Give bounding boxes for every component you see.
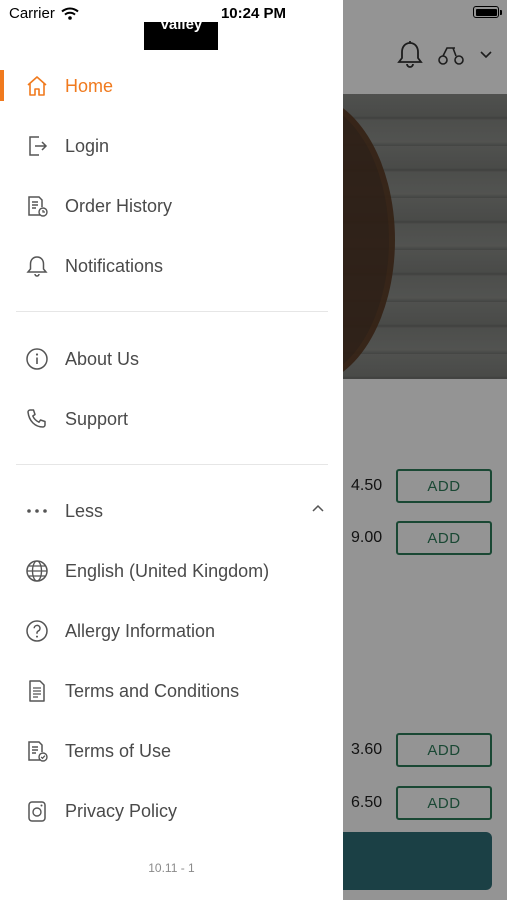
status-bar: Carrier 10:24 PM (0, 0, 507, 28)
status-time: 10:24 PM (220, 5, 287, 22)
bell-icon (25, 254, 49, 278)
menu-item-login[interactable]: Login (0, 122, 343, 170)
login-icon (25, 134, 49, 158)
menu-item-support[interactable]: Support (0, 395, 343, 443)
ellipsis-icon (25, 499, 49, 523)
menu-item-label: Terms and Conditions (65, 680, 240, 701)
menu-item-label: Home (65, 75, 114, 96)
menu-item-language[interactable]: English (United Kingdom) (0, 547, 343, 595)
menu-divider (16, 311, 328, 312)
document-check-icon (25, 739, 49, 763)
order-history-icon (25, 194, 49, 218)
menu-item-label: About Us (65, 348, 140, 369)
menu-item-label: English (United Kingdom) (65, 560, 270, 581)
side-drawer: Valley Home Login Order History Notifica… (0, 0, 343, 900)
question-icon (25, 619, 49, 643)
menu-item-terms-of-use[interactable]: Terms of Use (0, 727, 343, 775)
menu-item-less-toggle[interactable]: Less (0, 487, 343, 535)
menu-item-label: Privacy Policy (65, 800, 178, 821)
menu-item-home[interactable]: Home (0, 62, 343, 110)
menu-item-label: Notifications (65, 255, 164, 276)
menu-divider (16, 464, 328, 465)
privacy-icon (25, 799, 49, 823)
menu-item-label: Terms of Use (65, 740, 172, 761)
menu-item-label: Login (65, 135, 110, 156)
menu-item-notifications[interactable]: Notifications (0, 242, 343, 290)
info-icon (25, 347, 49, 371)
menu-item-terms-and-conditions[interactable]: Terms and Conditions (0, 667, 343, 715)
chevron-up-icon (311, 503, 325, 513)
menu-item-label: Less (65, 500, 104, 521)
globe-icon (25, 559, 49, 583)
menu-item-privacy-policy[interactable]: Privacy Policy (0, 787, 343, 835)
home-icon (25, 74, 49, 98)
menu-item-allergy-information[interactable]: Allergy Information (0, 607, 343, 655)
document-icon (25, 679, 49, 703)
menu-item-label: Support (65, 408, 129, 429)
menu-item-label: Order History (65, 195, 173, 216)
menu-item-label: Allergy Information (65, 620, 216, 641)
app-version: 10.11 - 1 (148, 861, 195, 875)
phone-icon (25, 407, 49, 431)
menu-item-about-us[interactable]: About Us (0, 335, 343, 383)
battery-icon (473, 6, 502, 18)
menu-item-order-history[interactable]: Order History (0, 182, 343, 230)
